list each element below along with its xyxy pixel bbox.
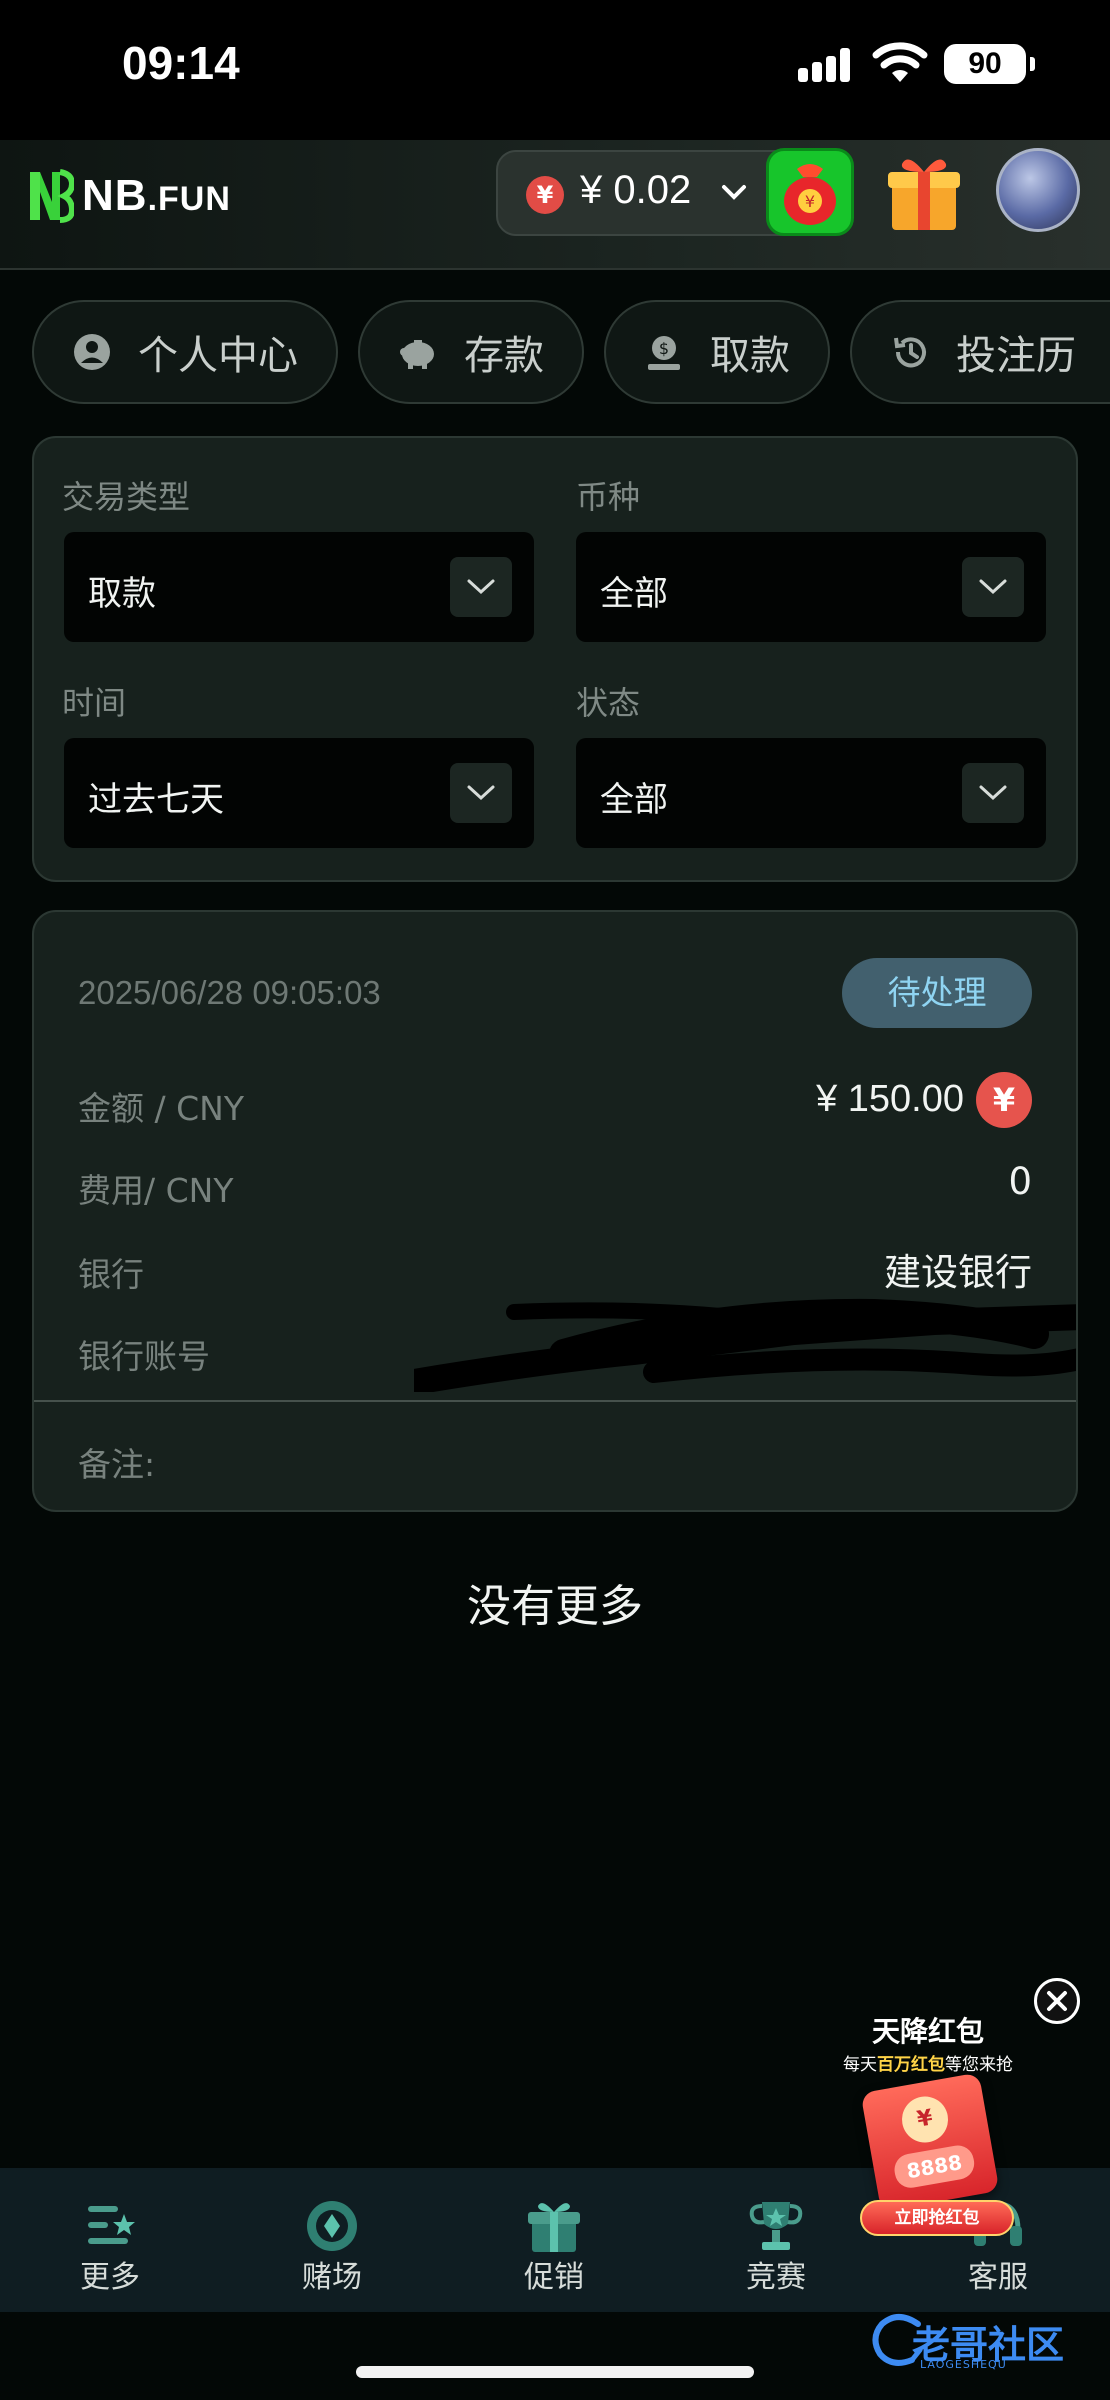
list-end-text: 没有更多 xyxy=(467,1581,643,1632)
nav-promotions[interactable]: 促销 xyxy=(474,2168,634,2312)
nav-label: 竞赛 xyxy=(746,2260,806,2295)
nav-label: 客服 xyxy=(968,2260,1028,2295)
account-tabs: 个人中心 存款 $ 取款 投注历 xyxy=(32,300,1110,406)
svg-text:¥: ¥ xyxy=(805,192,815,211)
currency-select[interactable]: 全部 xyxy=(576,532,1046,642)
chevron-down-icon xyxy=(962,557,1024,617)
site-logo[interactable]: NB.FUN xyxy=(26,164,231,228)
trophy-icon xyxy=(749,2202,803,2250)
bank-account-label: 银行账号 xyxy=(78,1337,210,1376)
logo-text: NB.FUN xyxy=(82,171,231,220)
amount-value: ¥ 150.00 xyxy=(816,1078,964,1120)
amount-label: 金额 / CNY xyxy=(78,1089,244,1128)
tab-label: 个人中心 xyxy=(138,333,298,379)
currency-label: 币种 xyxy=(576,478,641,516)
transaction-type-select[interactable]: 取款 xyxy=(64,532,534,642)
envelope-seal: ¥ xyxy=(898,2092,952,2147)
nav-more[interactable]: 更多 xyxy=(30,2168,190,2312)
money-bag-icon: ¥ xyxy=(784,164,836,225)
community-watermark: 老哥社区 LAOGESHEQU xyxy=(868,2306,1104,2376)
user-avatar[interactable] xyxy=(996,148,1080,232)
status-select[interactable]: 全部 xyxy=(576,738,1046,848)
filter-panel: 交易类型 取款 币种 全部 时间 过去七天 状态 全部 xyxy=(32,436,1078,882)
time-label: 时间 xyxy=(62,684,127,722)
select-value: 全部 xyxy=(600,780,668,820)
yen-coin-icon: ¥ xyxy=(526,176,564,214)
note-label: 备注: xyxy=(78,1445,156,1484)
chevron-down-icon xyxy=(450,557,512,617)
chevron-down-icon xyxy=(722,185,746,200)
money-withdraw-icon: $ xyxy=(642,330,686,374)
nav-casino[interactable]: 赌场 xyxy=(252,2168,412,2312)
yen-coin-icon: ¥ xyxy=(976,1072,1032,1128)
nav-label: 赌场 xyxy=(302,2260,362,2295)
nb-logo-icon xyxy=(26,166,76,226)
select-value: 全部 xyxy=(600,574,668,614)
bank-label: 银行 xyxy=(78,1255,144,1294)
tab-personal-center[interactable]: 个人中心 xyxy=(32,300,338,404)
svg-text:$: $ xyxy=(659,339,669,358)
status-time: 09:14 xyxy=(122,37,240,89)
home-indicator[interactable] xyxy=(356,2366,754,2378)
grab-red-packet-button[interactable]: 立即抢红包 xyxy=(860,2200,1014,2236)
gift-box-button[interactable] xyxy=(884,150,964,234)
menu-star-icon xyxy=(88,2206,135,2244)
tab-deposit[interactable]: 存款 xyxy=(358,300,584,404)
battery-indicator: 90 xyxy=(944,44,1035,84)
bank-value: 建设银行 xyxy=(884,1251,1032,1294)
cellular-signal-icon xyxy=(798,48,858,82)
status-badge: 待处理 xyxy=(842,958,1032,1028)
tab-label: 存款 xyxy=(464,333,544,379)
nav-label: 更多 xyxy=(80,2260,140,2295)
card-divider xyxy=(34,1400,1076,1402)
red-packet-button[interactable]: ¥ xyxy=(766,148,854,236)
app-header: NB.FUN ¥ ¥ 0.02 ¥ xyxy=(0,140,1110,270)
history-icon xyxy=(888,330,932,374)
select-value: 取款 xyxy=(88,574,156,614)
fee-label: 费用/ CNY xyxy=(78,1171,234,1210)
transaction-type-label: 交易类型 xyxy=(62,478,191,516)
casino-chip-icon xyxy=(307,2201,357,2251)
withdrawal-record-card[interactable]: 2025/06/28 09:05:03 待处理 金额 / CNY ¥ 150.0… xyxy=(32,910,1078,1512)
record-timestamp: 2025/06/28 09:05:03 xyxy=(78,974,381,1011)
time-range-select[interactable]: 过去七天 xyxy=(64,738,534,848)
red-envelope-icon: ¥ 8888 xyxy=(860,2072,1000,2212)
watermark-subtext: LAOGESHEQU xyxy=(920,2358,1007,2371)
gift-icon xyxy=(528,2203,580,2252)
promo-title: 天降红包 xyxy=(871,2015,984,2048)
envelope-amount: 8888 xyxy=(891,2142,977,2191)
status-bar: 09:14 90 xyxy=(0,0,1110,140)
select-value: 过去七天 xyxy=(88,780,224,820)
user-circle-icon xyxy=(70,330,114,374)
status-label: 状态 xyxy=(576,684,641,722)
red-packet-promo[interactable]: 天降红包 每天百万红包等您来抢 ¥ 8888 立即抢红包 xyxy=(808,2000,1048,2240)
tab-label: 投注历 xyxy=(956,333,1076,379)
nav-label: 促销 xyxy=(524,2260,584,2295)
chevron-down-icon xyxy=(450,763,512,823)
gift-box-icon xyxy=(888,159,960,230)
tab-bet-history[interactable]: 投注历 xyxy=(850,300,1110,404)
wifi-icon xyxy=(872,42,928,82)
chevron-down-icon xyxy=(962,763,1024,823)
piggy-bank-icon xyxy=(396,330,440,374)
tab-label: 取款 xyxy=(710,333,790,379)
promo-subtitle: 每天百万红包等您来抢 xyxy=(843,2055,1013,2075)
tab-withdraw[interactable]: $ 取款 xyxy=(604,300,830,404)
redaction-scribble xyxy=(414,1298,1076,1392)
fee-value: 0 xyxy=(1008,1160,1032,1203)
balance-amount: ¥ 0.02 xyxy=(580,168,692,212)
